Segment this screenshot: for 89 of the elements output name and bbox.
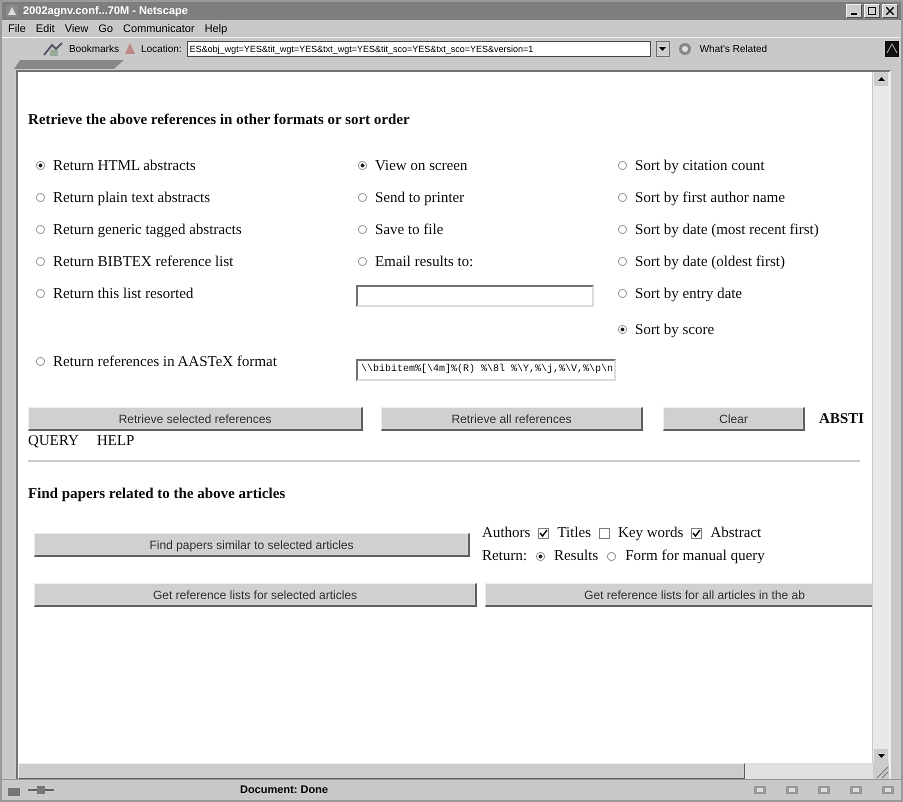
- option-label: Return plain text abstracts: [53, 189, 210, 207]
- vertical-scrollbar[interactable]: [872, 72, 889, 763]
- option-label: Sort by score: [635, 321, 714, 339]
- option-label: Sort by date (most recent first): [635, 221, 819, 239]
- section-heading: Retrieve the above references in other formats or sort order: [28, 112, 411, 129]
- option-label: Sort by entry date: [635, 285, 742, 303]
- option-label: Return references in AASTeX format: [53, 353, 277, 371]
- component-icon[interactable]: [783, 783, 801, 797]
- radio-button[interactable]: [358, 225, 367, 234]
- menu-item[interactable]: File: [8, 22, 26, 34]
- checkbox[interactable]: [538, 528, 550, 539]
- link[interactable]: QUERY: [28, 433, 79, 450]
- checkbox[interactable]: [691, 528, 702, 539]
- menu-item[interactable]: Go: [98, 22, 114, 34]
- link[interactable]: ABSTI: [819, 410, 864, 428]
- option-label: Return this list resorted: [53, 285, 194, 303]
- location-icon: [124, 42, 136, 56]
- criteria-label: Titles: [557, 525, 591, 542]
- find-papers-button[interactable]: Find papers similar to selected articles: [34, 533, 470, 557]
- close-icon: [886, 7, 894, 15]
- close-button[interactable]: [882, 4, 898, 18]
- component-icon[interactable]: [815, 783, 833, 797]
- menu-item[interactable]: Help: [204, 22, 228, 34]
- radio-button[interactable]: [618, 161, 627, 170]
- horizontal-scrollbar[interactable]: [18, 763, 873, 779]
- radio-button[interactable]: [36, 257, 45, 266]
- radio-button[interactable]: [36, 161, 45, 170]
- option-label: Sort by citation count: [635, 157, 765, 175]
- scroll-down-icon[interactable]: [878, 754, 884, 758]
- section-heading: Find papers related to the above articles: [28, 486, 286, 503]
- option-label: Results: [554, 548, 598, 565]
- reference-lists-all-button[interactable]: Get reference lists for all articles in the ab: [485, 583, 872, 607]
- status-text: Document: Done: [240, 784, 328, 796]
- option-label: Email results to:: [375, 253, 474, 271]
- clear-button[interactable]: Clear: [663, 407, 805, 431]
- retrieve-selected-button[interactable]: Retrieve selected references: [28, 407, 363, 431]
- link[interactable]: HELP: [96, 433, 134, 450]
- radio-button[interactable]: [358, 257, 367, 266]
- radio-button[interactable]: [618, 257, 627, 266]
- radio-button[interactable]: [36, 357, 45, 366]
- menu-item[interactable]: Edit: [36, 22, 55, 34]
- option-label: Form for manual query: [625, 548, 765, 565]
- option-label: Return BIBTEX reference list: [53, 253, 234, 271]
- retrieve-all-button[interactable]: Retrieve all references: [381, 407, 643, 431]
- plug-icon: [28, 785, 54, 795]
- radio-button[interactable]: [36, 193, 45, 202]
- option-label: Sort by date (oldest first): [635, 253, 785, 271]
- radio-button[interactable]: [618, 325, 627, 334]
- scroll-up-icon[interactable]: [878, 77, 884, 81]
- menu-item[interactable]: Communicator: [123, 22, 195, 34]
- caret-icon: [659, 47, 666, 51]
- criteria-label: Key words: [618, 525, 684, 542]
- logo-icon: [885, 41, 899, 57]
- radio-button[interactable]: [618, 225, 627, 234]
- radio-button[interactable]: [618, 289, 627, 298]
- component-icon[interactable]: [751, 783, 769, 797]
- radio-button[interactable]: [358, 193, 367, 202]
- bookmarks-button[interactable]: Bookmarks: [69, 44, 120, 54]
- option-label: Return generic tagged abstracts: [53, 221, 242, 239]
- menu-item[interactable]: View: [64, 22, 88, 34]
- whats-related-button[interactable]: What's Related: [700, 44, 768, 54]
- location-label: Location:: [141, 44, 182, 54]
- reference-lists-selected-button[interactable]: Get reference lists for selected articles: [34, 583, 477, 607]
- option-label: Save to file: [375, 221, 444, 239]
- text-field[interactable]: \\bibitem%[\4m]%(R) %\8l %\Y,%\j,%\V,%\p\n: [356, 359, 616, 381]
- radio-button[interactable]: [358, 161, 367, 170]
- dropdown-button[interactable]: [656, 41, 670, 57]
- radio-button[interactable]: [36, 225, 45, 234]
- checkbox[interactable]: [598, 528, 610, 539]
- radio-button[interactable]: [536, 552, 545, 561]
- radio-button[interactable]: [618, 193, 627, 202]
- minimize-button[interactable]: [846, 4, 862, 18]
- bookmark-icon[interactable]: [42, 41, 64, 57]
- component-icon[interactable]: [879, 783, 897, 797]
- radio-button[interactable]: [607, 552, 616, 561]
- maximize-button[interactable]: [864, 4, 880, 18]
- option-label: Sort by first author name: [635, 189, 785, 207]
- option-label: Send to printer: [375, 189, 464, 207]
- window-title: 2002agnv.conf...70M - Netscape: [23, 5, 189, 17]
- criteria-label: Authors: [482, 525, 530, 542]
- return-label: Return:: [482, 548, 527, 565]
- option-label: Return HTML abstracts: [53, 157, 196, 175]
- radio-button[interactable]: [36, 289, 45, 298]
- component-icon[interactable]: [847, 783, 865, 797]
- location-field[interactable]: ES&obj_wgt=YES&tit_wgt=YES&txt_wgt=YES&tit_sco=YES&txt_sco=YES&version=1: [186, 41, 651, 57]
- criteria-label: Abstract: [710, 525, 762, 542]
- maximize-icon: [868, 7, 876, 15]
- option-label: View on screen: [375, 157, 468, 175]
- text-field[interactable]: [356, 285, 594, 307]
